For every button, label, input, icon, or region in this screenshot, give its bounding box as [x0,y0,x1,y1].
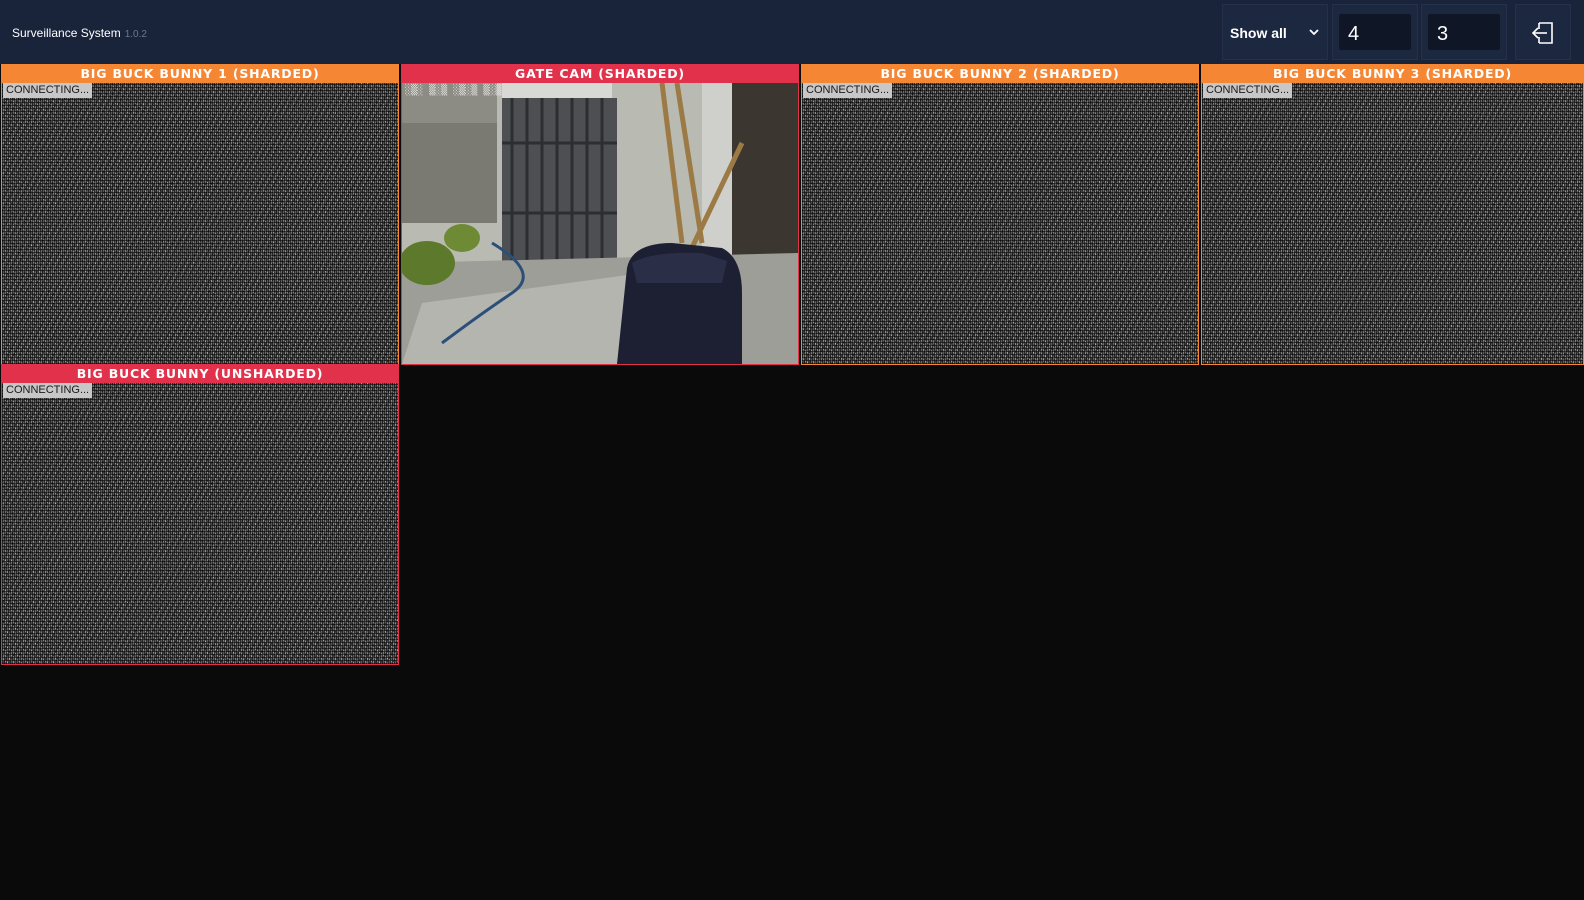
camera-title: BIG BUCK BUNNY 1 (SHARDED) [1,64,399,83]
grid-columns-value[interactable]: 4 [1339,14,1411,50]
logout-icon [1531,22,1553,44]
camera-filter-value: Show all [1230,25,1287,41]
camera-title: BIG BUCK BUNNY 2 (SHARDED) [801,64,1199,83]
camera-feed: ░▒░ ▒░▒ ░▒░▒ ▒░▒ [401,83,799,365]
connection-status: CONNECTING... [1203,83,1293,98]
top-bar: Surveillance System 1.0.2 Show all 4 3 [0,0,1584,64]
connection-status: CONNECTING... [3,383,93,398]
camera-timestamp-overlay: ░▒░ ▒░▒ ░▒░▒ ▒░▒ [405,85,502,96]
camera-feed: CONNECTING... [801,83,1199,365]
camera-title: BIG BUCK BUNNY (UNSHARDED) [1,364,399,383]
gate-cam-frame [402,83,798,364]
camera-tile[interactable]: BIG BUCK BUNNY 1 (SHARDED) CONNECTING... [1,64,399,365]
grid-rows-value[interactable]: 3 [1428,14,1500,50]
camera-tile[interactable]: BIG BUCK BUNNY 3 (SHARDED) CONNECTING... [1201,64,1584,365]
camera-tile[interactable]: BIG BUCK BUNNY 2 (SHARDED) CONNECTING... [801,64,1199,365]
chevron-down-icon [1309,29,1319,36]
grid-columns-field[interactable]: 4 [1332,4,1418,60]
connection-status: CONNECTING... [3,83,93,98]
app-version: 1.0.2 [124,29,147,40]
grid-rows-field[interactable]: 3 [1421,4,1507,60]
camera-title: GATE CAM (SHARDED) [401,64,799,83]
camera-feed: CONNECTING... [1,83,399,365]
camera-feed: CONNECTING... [1,383,399,665]
camera-tile[interactable]: GATE CAM (SHARDED) ░▒░ ▒░▒ ░▒░▒ ▒░▒ [401,64,799,365]
camera-title: BIG BUCK BUNNY 3 (SHARDED) [1201,64,1584,83]
app-title-text: Surveillance System [12,26,121,40]
connection-status: CONNECTING... [803,83,893,98]
camera-tile[interactable]: BIG BUCK BUNNY (UNSHARDED) CONNECTING... [1,364,399,665]
camera-filter-select[interactable]: Show all [1222,4,1328,60]
app-title: Surveillance System 1.0.2 [12,26,147,40]
camera-feed: CONNECTING... [1201,83,1584,365]
logout-button[interactable] [1515,4,1571,60]
